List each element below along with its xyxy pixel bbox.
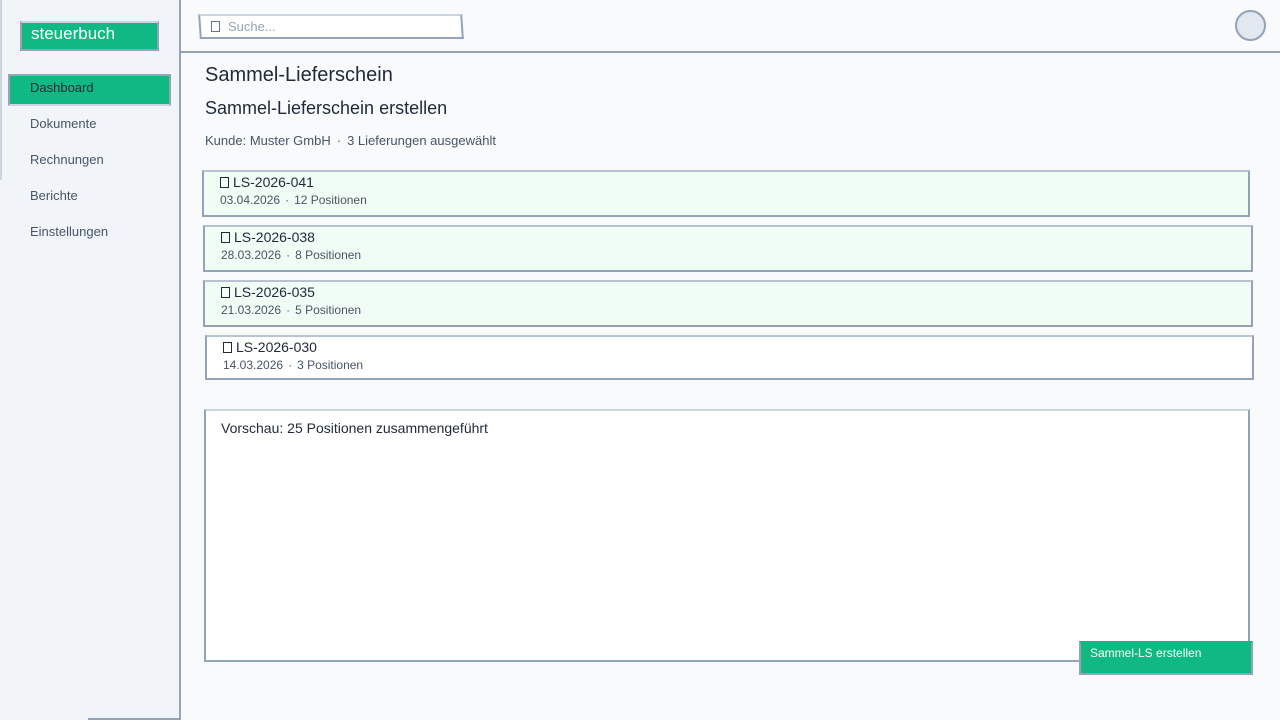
preview-panel: Vorschau: 25 Positionen zusammengeführt — [204, 409, 1250, 662]
selection-summary: Kunde: Muster GmbH · 3 Lieferungen ausgewä… — [205, 133, 496, 149]
search-inner — [210, 17, 448, 35]
checkbox[interactable] — [221, 232, 230, 243]
delivery-row[interactable]: LS-2026-041 03.04.2026 · 12 Positionen — [202, 170, 1250, 217]
sidebar-item-rechnungen[interactable]: Rechnungen — [8, 146, 171, 178]
delivery-number: LS-2026-041 — [233, 174, 314, 190]
app-logo[interactable]: steuerbuch — [20, 21, 159, 51]
delivery-row-head: LS-2026-030 — [223, 339, 1252, 356]
search-icon — [210, 20, 220, 32]
delivery-meta: 03.04.2026 · 12 Positionen — [220, 193, 1248, 207]
delivery-meta: 28.03.2026 · 8 Positionen — [221, 248, 1251, 262]
delivery-number: LS-2026-030 — [236, 339, 317, 355]
preview-summary: Vorschau: 25 Positionen zusammengeführt — [221, 420, 488, 436]
meta-separator: · — [288, 358, 293, 372]
delivery-meta: 14.03.2026 · 3 Positionen — [223, 358, 1252, 372]
sidebar-item-einstellungen[interactable]: Einstellungen — [8, 218, 171, 250]
delivery-positions: 3 Positionen — [297, 358, 364, 372]
meta-separator: · — [286, 248, 291, 262]
delivery-row[interactable]: LS-2026-030 14.03.2026 · 3 Positionen — [205, 335, 1254, 380]
selected-count: 3 Lieferungen ausgewählt — [347, 133, 496, 148]
sidebar-nav: Dashboard Dokumente Rechnungen Berichte … — [8, 74, 171, 254]
delivery-row-head: LS-2026-035 — [221, 284, 1251, 301]
delivery-row[interactable]: LS-2026-035 21.03.2026 · 5 Positionen — [203, 280, 1253, 327]
meta-separator: · — [285, 193, 290, 207]
summary-separator: · — [336, 133, 342, 148]
delivery-number: LS-2026-035 — [234, 284, 315, 300]
delivery-positions: 5 Positionen — [295, 303, 362, 317]
delivery-row[interactable]: LS-2026-038 28.03.2026 · 8 Positionen — [203, 225, 1253, 272]
create-sammel-ls-button[interactable]: Sammel-LS erstellen — [1079, 641, 1253, 675]
delivery-date: 21.03.2026 — [221, 303, 282, 317]
search-input[interactable] — [227, 17, 448, 35]
sidebar-item-dashboard[interactable]: Dashboard — [8, 74, 171, 106]
customer-label: Kunde: Muster GmbH — [205, 133, 331, 148]
delivery-positions: 12 Positionen — [294, 193, 367, 207]
delivery-date: 28.03.2026 — [221, 248, 282, 262]
sidebar: steuerbuch Dashboard Dokumente Rechnunge… — [0, 0, 181, 720]
sidebar-item-dokumente[interactable]: Dokumente — [8, 110, 171, 142]
delivery-positions: 8 Positionen — [295, 248, 362, 262]
avatar[interactable] — [1235, 10, 1266, 41]
page-title: Sammel-Lieferschein — [205, 64, 393, 86]
checkbox[interactable] — [223, 342, 232, 353]
delivery-row-head: LS-2026-041 — [220, 174, 1248, 191]
delivery-row-head: LS-2026-038 — [221, 229, 1251, 246]
checkbox[interactable] — [220, 177, 229, 188]
delivery-number: LS-2026-038 — [234, 229, 315, 245]
delivery-list: LS-2026-041 03.04.2026 · 12 Positionen LS-… — [202, 170, 1254, 388]
delivery-date: 14.03.2026 — [223, 358, 284, 372]
delivery-meta: 21.03.2026 · 5 Positionen — [221, 303, 1251, 317]
section-title: Sammel-Lieferschein erstellen — [205, 98, 448, 118]
search-box[interactable] — [198, 14, 464, 39]
meta-separator: · — [286, 303, 291, 317]
top-bar — [181, 0, 1280, 53]
checkbox[interactable] — [221, 287, 230, 298]
sidebar-item-berichte[interactable]: Berichte — [8, 182, 171, 214]
delivery-date: 03.04.2026 — [220, 193, 281, 207]
sidebar-edge-line — [0, 0, 2, 180]
